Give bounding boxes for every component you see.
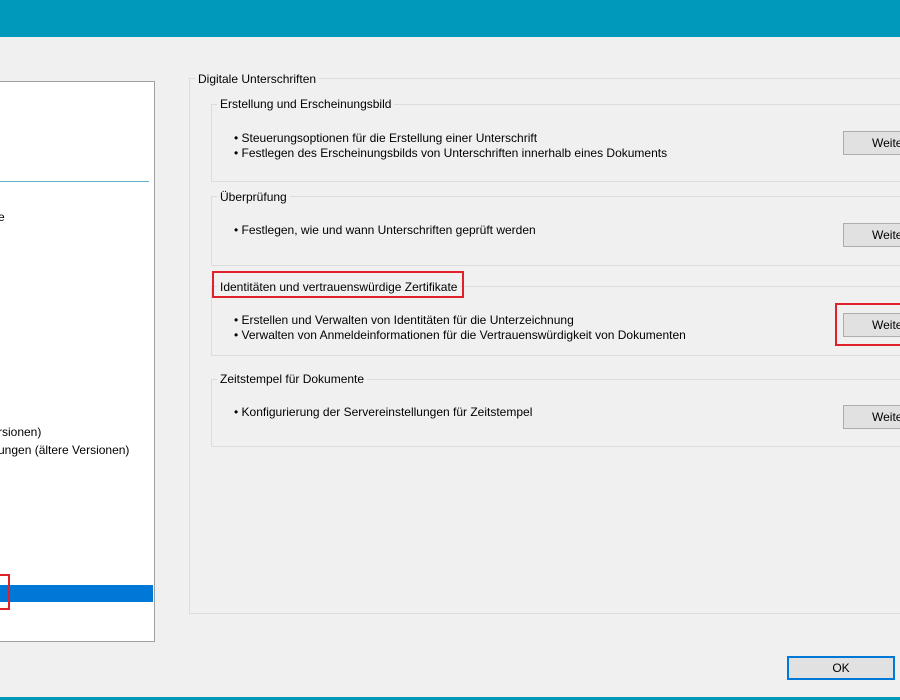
selected-category-highlight bbox=[0, 574, 10, 610]
section-bullet: • Steuerungsoptionen für die Erstellung … bbox=[234, 131, 538, 145]
category-item-selected[interactable] bbox=[0, 585, 153, 602]
section-bullet: • Konfigurierung der Servereinstellungen… bbox=[234, 405, 533, 419]
more-button-highlight bbox=[835, 303, 900, 346]
timestamp-more-button[interactable]: Weite bbox=[843, 405, 900, 429]
section-title: Zeitstempel für Dokumente bbox=[217, 372, 368, 386]
title-bar bbox=[0, 0, 900, 37]
section-bullet: • Festlegen des Erscheinungsbilds von Un… bbox=[234, 146, 668, 160]
category-list[interactable]: e rsionen) ungen (ältere Versionen) bbox=[0, 81, 155, 642]
section-bullet: • Erstellen und Verwalten von Identitäte… bbox=[234, 313, 574, 327]
category-item[interactable]: ungen (ältere Versionen) bbox=[0, 443, 129, 457]
frame-title: Digitale Unterschriften bbox=[195, 72, 320, 86]
section-title: Erstellung und Erscheinungsbild bbox=[217, 97, 395, 111]
verification-more-button[interactable]: Weite bbox=[843, 223, 900, 247]
creation-more-button[interactable]: Weite bbox=[843, 131, 900, 155]
section-bullet: • Festlegen, wie und wann Unterschriften… bbox=[234, 223, 536, 237]
category-item[interactable]: e bbox=[0, 210, 5, 224]
section-title-highlight bbox=[212, 271, 464, 298]
category-separator bbox=[0, 181, 149, 182]
section-title: Überprüfung bbox=[217, 190, 290, 204]
section-bullet: • Verwalten von Anmeldeinformationen für… bbox=[234, 328, 686, 342]
ok-button[interactable]: OK bbox=[787, 656, 895, 680]
category-item[interactable]: rsionen) bbox=[0, 425, 41, 439]
